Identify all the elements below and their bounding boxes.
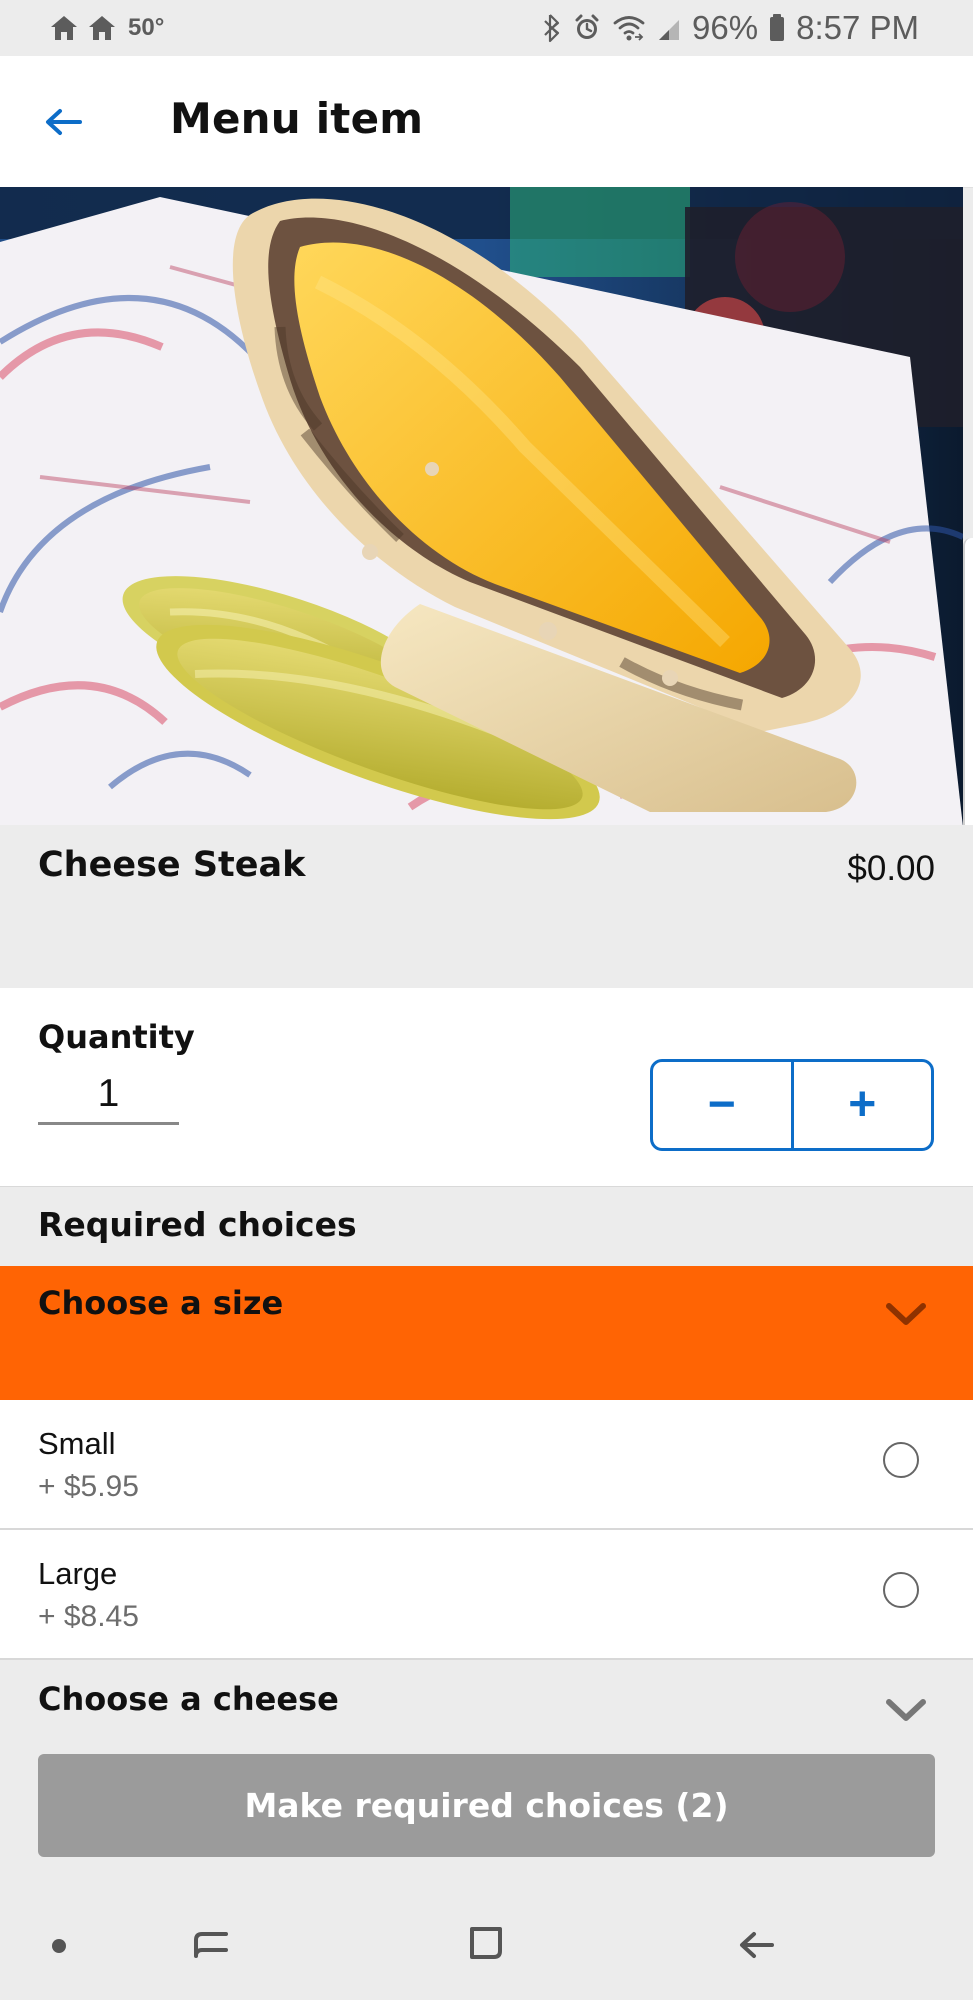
option-name: Small (38, 1426, 116, 1461)
status-right-icons: 96% 8:57 PM (542, 9, 919, 46)
app-header: Menu item (0, 56, 973, 187)
menu-item-photo (0, 187, 963, 825)
chevron-down-icon[interactable] (885, 1696, 927, 1724)
status-left-icons: 50° (48, 10, 164, 46)
quantity-section: Quantity 1 − + (0, 988, 973, 1186)
size-option-small[interactable]: Small + $5.95 (0, 1400, 973, 1530)
home-icon (89, 16, 115, 40)
option-price: + $8.45 (38, 1600, 139, 1633)
bluetooth-icon (544, 14, 560, 43)
required-choices-title: Required choices (38, 1205, 357, 1244)
alarm-icon (575, 14, 599, 39)
battery-icon (770, 14, 785, 41)
signal-icon (659, 20, 680, 40)
increment-button[interactable]: + (794, 1062, 932, 1148)
choose-size-section[interactable]: Choose a size (0, 1266, 973, 1400)
quantity-input[interactable]: 1 (38, 1066, 179, 1125)
wifi-icon (613, 16, 645, 41)
item-name: Cheese Steak (38, 845, 306, 885)
page-title: Menu item (170, 94, 424, 143)
chevron-down-icon[interactable] (885, 1300, 927, 1328)
option-name: Large (38, 1556, 118, 1591)
quantity-stepper: − + (650, 1059, 934, 1151)
required-choices-header: Required choices (0, 1186, 973, 1267)
radio-button-icon[interactable] (883, 1442, 919, 1478)
recent-apps-icon[interactable] (190, 1922, 236, 1968)
status-bar: 50° 96% 8:57 PM (0, 0, 973, 56)
quantity-label: Quantity (38, 1018, 195, 1056)
size-option-large[interactable]: Large + $8.45 (0, 1530, 973, 1660)
make-required-choices-button[interactable]: Make required choices (2) (38, 1754, 935, 1857)
navigation-dot-icon (52, 1939, 66, 1953)
item-summary: Cheese Steak $0.00 (0, 825, 973, 988)
battery-percentage: 96% (692, 9, 759, 46)
back-button[interactable] (36, 96, 92, 148)
back-arrow-icon (46, 109, 82, 135)
menu-item-screen: 50° 96% 8:57 PM Menu item Cheese Steak $… (0, 0, 973, 2000)
choose-cheese-title: Choose a cheese (38, 1680, 339, 1718)
choose-cheese-section[interactable]: Choose a cheese (0, 1660, 973, 1756)
radio-button-icon[interactable] (883, 1572, 919, 1608)
choose-size-title: Choose a size (38, 1284, 284, 1322)
clock-text: 8:57 PM (796, 9, 919, 46)
item-price: $0.00 (847, 849, 935, 888)
temperature-text: 50° (128, 14, 165, 41)
decrement-button[interactable]: − (653, 1062, 791, 1148)
option-price: + $5.95 (38, 1470, 139, 1503)
android-back-icon[interactable] (734, 1922, 780, 1968)
home-icon (51, 16, 77, 40)
home-square-icon[interactable] (463, 1920, 509, 1966)
cheese-steak-image (0, 187, 963, 825)
android-navigation-bar (0, 1892, 973, 2000)
